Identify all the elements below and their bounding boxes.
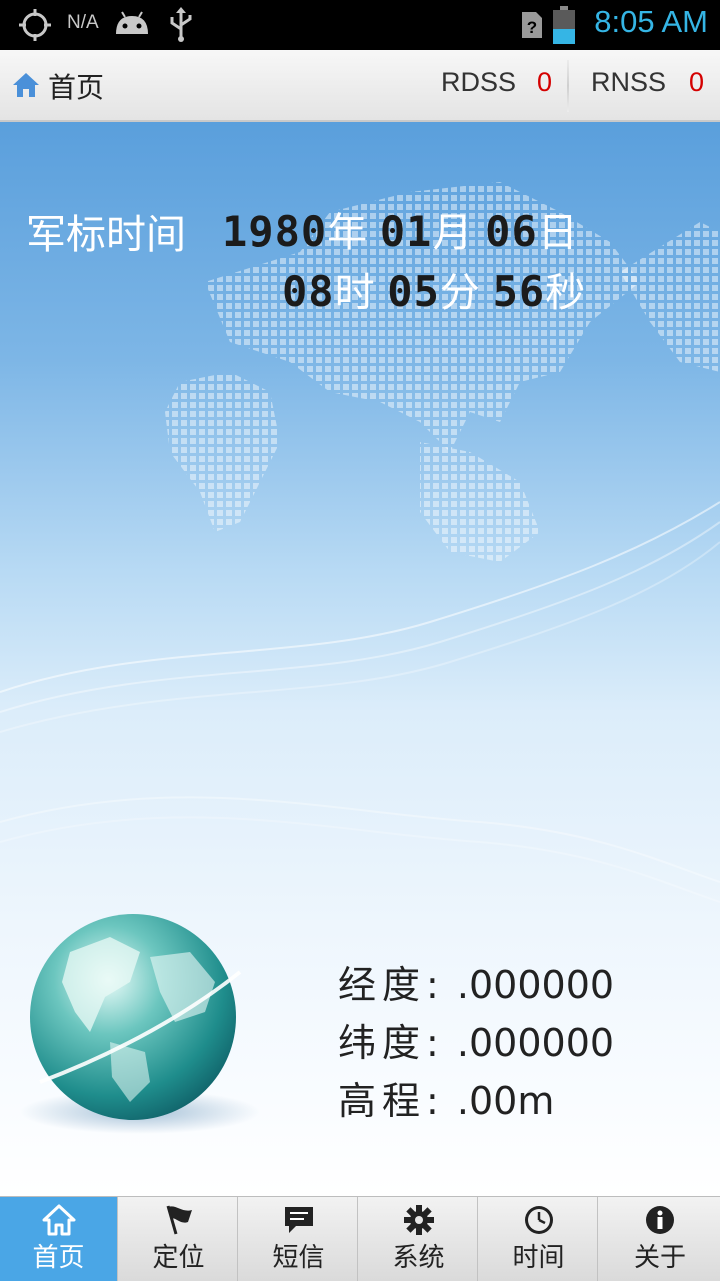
month-unit: 月 [432,210,473,256]
minute-unit: 分 [439,270,480,316]
hour-value: 08 [282,267,335,316]
second-value: 56 [492,267,546,316]
altitude-label: 高程: [338,1079,445,1123]
tab-label: 首页 [32,1243,85,1273]
year-unit: 年 [327,210,368,256]
gear-icon [360,1204,477,1236]
svg-text:?: ? [527,18,537,37]
usb-icon [168,0,194,50]
tab-label: 时间 [512,1243,565,1273]
home-icon [0,1204,117,1236]
status-bar: N/A ? 8:05 AM [0,0,720,50]
month-value: 01 [379,207,433,256]
date-display: 1980年 01月 06日 [222,200,578,258]
day-value: 06 [485,207,538,256]
rnss-count: 0 [689,67,705,97]
second-unit: 秒 [545,270,586,316]
day-unit: 日 [537,210,578,256]
tab-home[interactable]: 首页 [0,1197,118,1281]
longitude-value: .000000 [456,963,615,1007]
tab-messages[interactable]: 短信 [240,1197,358,1281]
sim-icon: ? [520,0,544,50]
message-icon [240,1204,357,1236]
altitude-row: 高程: .00m [338,1070,554,1125]
tab-locate[interactable]: 定位 [120,1197,238,1281]
latitude-row: 纬度: .000000 [338,1012,614,1067]
android-icon [113,0,151,50]
tab-label: 定位 [152,1243,205,1273]
tab-system[interactable]: 系统 [360,1197,478,1281]
time-label: 军标时间 [26,212,186,258]
info-icon [600,1204,720,1236]
battery-icon [552,0,576,50]
latitude-label: 纬度: [338,1021,445,1065]
tab-about[interactable]: 关于 [600,1197,720,1281]
divider [567,60,569,112]
tab-time[interactable]: 时间 [480,1197,598,1281]
altitude-value: .00m [456,1079,555,1123]
tab-label: 关于 [633,1243,686,1273]
tab-label: 系统 [392,1243,445,1273]
year-value: 1980 [222,207,328,256]
flag-icon [120,1204,237,1236]
gps-icon [18,0,52,50]
clock-icon [480,1204,597,1236]
rdss-label: RDSS [441,67,517,97]
rnss-label: RNSS [591,67,667,97]
action-bar: 首页 RDSS 0 RNSS 0 [0,50,720,122]
latitude-value: .000000 [456,1021,615,1065]
home-icon[interactable] [12,72,40,102]
home-panel: 军标时间 1980年 01月 06日 08时 05分 56秒 经度: .0000… [0,122,720,1196]
carrier-text: N/A [67,12,99,33]
longitude-label: 经度: [338,963,445,1007]
clock-display: 08时 05分 56秒 [282,260,585,318]
rdss-count: 0 [537,67,553,97]
page-title: 首页 [48,71,105,104]
bottom-tab-bar: 首页 定位 短信 系统 时间 关于 [0,1196,720,1281]
tab-label: 短信 [272,1243,325,1273]
minute-value: 05 [387,267,440,316]
clock-time: 8:05 AM [594,4,708,39]
longitude-row: 经度: .000000 [338,954,614,1009]
hour-unit: 时 [334,270,375,316]
